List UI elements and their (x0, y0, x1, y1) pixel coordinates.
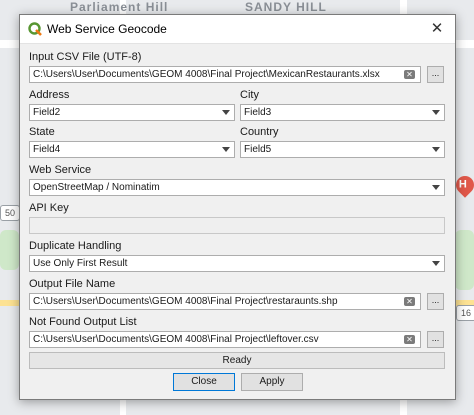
status-progress-bar: Ready (29, 352, 445, 369)
chevron-down-icon (432, 261, 440, 266)
chevron-down-icon (222, 147, 230, 152)
chevron-down-icon (432, 185, 440, 190)
dialog-title: Web Service Geocode (47, 22, 167, 36)
output-file-label: Output File Name (29, 278, 116, 290)
not-found-browse-button[interactable]: ... (427, 331, 444, 348)
road-shield: 16 (456, 305, 474, 321)
output-file-field[interactable]: C:\Users\User\Documents\GEOM 4008\Final … (29, 293, 421, 310)
state-select[interactable]: Field4 (29, 141, 235, 158)
output-file-browse-button[interactable]: ... (427, 293, 444, 310)
clear-icon[interactable]: ✕ (404, 335, 415, 344)
city-label: City (240, 89, 259, 101)
city-select[interactable]: Field3 (240, 104, 445, 121)
chevron-down-icon (222, 110, 230, 115)
input-csv-field[interactable]: C:\Users\User\Documents\GEOM 4008\Final … (29, 66, 421, 83)
close-button[interactable]: Close (173, 373, 235, 391)
input-csv-label: Input CSV File (UTF-8) (29, 51, 142, 63)
chevron-down-icon (432, 110, 440, 115)
web-service-label: Web Service (29, 164, 92, 176)
apply-button[interactable]: Apply (241, 373, 303, 391)
map-park (0, 230, 19, 270)
road-shield: 50 (0, 205, 20, 221)
api-key-label: API Key (29, 202, 69, 214)
state-label: State (29, 126, 55, 138)
web-service-select[interactable]: OpenStreetMap / Nominatim (29, 179, 445, 196)
clear-icon[interactable]: ✕ (404, 297, 415, 306)
address-label: Address (29, 89, 70, 101)
country-select[interactable]: Field5 (240, 141, 445, 158)
address-select[interactable]: Field2 (29, 104, 235, 121)
title-bar[interactable]: Web Service Geocode ✕ (20, 15, 455, 44)
not-found-label: Not Found Output List (29, 316, 137, 328)
chevron-down-icon (432, 147, 440, 152)
geocode-dialog: Web Service Geocode ✕ Input CSV File (UT… (19, 14, 456, 400)
input-csv-browse-button[interactable]: ... (427, 66, 444, 83)
country-label: Country (240, 126, 279, 138)
not-found-field[interactable]: C:\Users\User\Documents\GEOM 4008\Final … (29, 331, 421, 348)
map-label-sandy-hill: SANDY HILL (245, 0, 327, 14)
map-label-parliament: Parliament Hill (70, 0, 169, 14)
map-park (455, 230, 474, 290)
duplicate-handling-label: Duplicate Handling (29, 240, 122, 252)
duplicate-handling-select[interactable]: Use Only First Result (29, 255, 445, 272)
clear-icon[interactable]: ✕ (404, 70, 415, 79)
close-icon[interactable]: ✕ (419, 15, 455, 43)
qgis-logo-icon (28, 22, 42, 36)
api-key-field[interactable] (29, 217, 445, 234)
